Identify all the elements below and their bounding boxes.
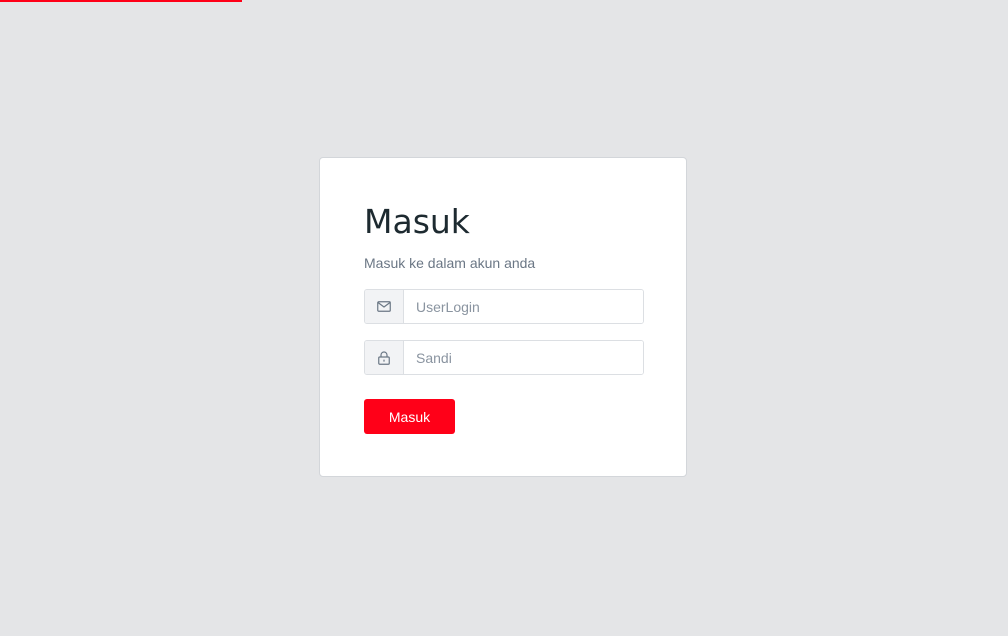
- page-loading-progress-bar: [0, 0, 242, 2]
- password-field[interactable]: [404, 341, 643, 374]
- envelope-icon: [365, 290, 404, 323]
- login-card: Masuk Masuk ke dalam akun anda Masuk: [319, 157, 687, 477]
- username-input-group: [364, 289, 644, 324]
- username-field[interactable]: [404, 290, 643, 323]
- login-subtitle: Masuk ke dalam akun anda: [364, 255, 536, 271]
- login-button[interactable]: Masuk: [364, 399, 455, 434]
- lock-icon: [365, 341, 404, 374]
- page-title: Masuk: [364, 202, 470, 241]
- password-input-group: [364, 340, 644, 375]
